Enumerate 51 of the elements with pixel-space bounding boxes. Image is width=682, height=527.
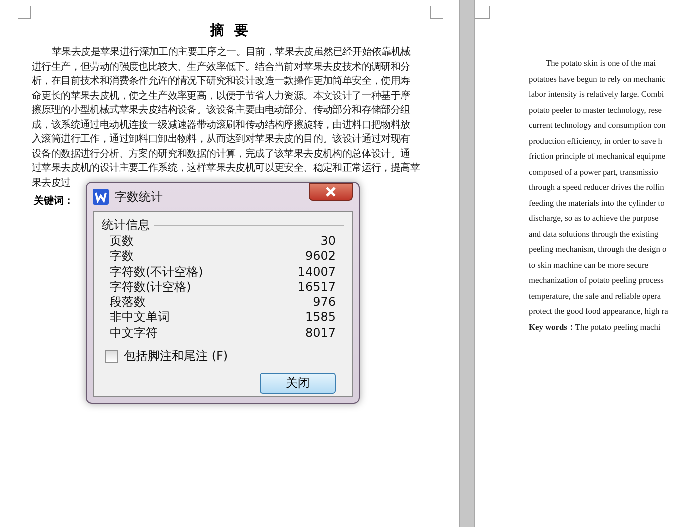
abstract-line: feeding the materials into the cylinder to — [529, 198, 665, 210]
abstract-line: labor intensity is relatively large. Combi — [529, 89, 664, 101]
keywords-label: 关键词： — [34, 194, 74, 208]
close-icon[interactable] — [309, 183, 353, 201]
stat-value: 16517 — [298, 280, 336, 296]
stat-value: 9602 — [305, 249, 336, 265]
stat-value: 14007 — [298, 264, 336, 280]
abstract-line: 析，在目前技术和消费条件允许的情况下研究和设计改造一款操作更加简单安全，使用寿 — [32, 75, 410, 89]
abstract-line: temperature, the safe and reliable opera — [529, 290, 662, 303]
abstract-line: mechanization of potato peeling process — [529, 275, 664, 287]
checkbox[interactable] — [105, 350, 118, 364]
abstract-line: production efficiency, in order to save h — [529, 136, 662, 148]
stat-value: 1585 — [305, 310, 336, 326]
dialog-title: 字数统计 — [115, 188, 163, 206]
abstract-line: to skin machine can be more secure — [529, 260, 649, 272]
stat-label: 页数 — [110, 234, 134, 250]
abstract-line: The potato skin is one of the mai — [545, 58, 656, 70]
abstract-line: protect the good food appearance, high ra — [529, 306, 668, 318]
abstract-line: 入滚筒进行工作，通过卸料口卸出物料，从而达到对苹果去皮的目的。该设计通过对现有 — [32, 133, 410, 147]
abstract-line: and data solutions through the existing — [529, 228, 659, 241]
abstract-heading: 摘 要 — [209, 22, 250, 40]
stat-label: 字符数(不计空格) — [110, 264, 204, 280]
abstract-line: 进行生产，但劳动的强度也比较大、生产效率低下。结合当前对苹果去皮技术的调研和分 — [32, 60, 410, 74]
abstract-line: through a speed reducer drives the rollin — [529, 182, 664, 194]
abstract-line: 成，该系统通过电动机连接一级减速器带动滚刷和传动结构摩擦旋转，由进料口把物料放 — [32, 118, 410, 132]
abstract-line: 过苹果去皮机的设计主要工作系统，这样苹果去皮机可以更安全、稳定和正常运行，提高苹 — [32, 162, 420, 176]
abstract-line: composed of a power part, transmissio — [529, 166, 658, 179]
close-button[interactable]: 关闭 — [260, 373, 336, 394]
stat-label: 段落数 — [110, 295, 146, 310]
abstract-line: 设备的数据进行分析、方案的研究和数据的计算，完成了该苹果去皮机构的总体设计。通 — [32, 148, 410, 162]
abstract-line: 苹果去皮是苹果进行深加工的主要工序之一。目前，苹果去皮虽然已经开始依靠机械 — [52, 46, 411, 60]
abstract-line: discharge, so as to achieve the purpose — [529, 213, 659, 225]
stat-label: 非中文单词 — [110, 310, 170, 326]
abstract-line: 果去皮过 — [32, 176, 71, 190]
abstract-line: potatoes have begun to rely on mechanic — [529, 74, 666, 86]
abstract-line: potato peeler to master technology, rese — [529, 104, 662, 117]
stat-value: 976 — [313, 295, 336, 310]
checkbox-label[interactable]: 包括脚注和尾注 (F) — [124, 348, 228, 366]
abstract-line: 命更长的苹果去皮机，使之生产效率更高，以便于节省人力资源。本文设计了一种基于摩 — [32, 90, 410, 104]
abstract-line: current technology and consumption con — [529, 120, 666, 132]
stat-label: 字符数(计空格) — [110, 280, 192, 296]
abstract-line: 擦原理的小型机械式苹果去皮结构设备。该设备主要由电动部分、传动部分和存储部分组 — [32, 104, 410, 118]
keywords-line: Key words：The potato peeling machi — [529, 322, 661, 334]
stat-label: 中文字符 — [110, 326, 158, 342]
stat-value: 8017 — [305, 326, 336, 342]
group-label: 统计信息 — [102, 216, 150, 234]
app-logo-icon — [93, 189, 109, 205]
abstract-line: peeling mechanism, through the design o — [529, 244, 667, 256]
stat-value: 30 — [320, 234, 336, 250]
abstract-line: friction principle of mechanical equipme — [529, 151, 666, 163]
stat-label: 字数 — [110, 249, 134, 265]
